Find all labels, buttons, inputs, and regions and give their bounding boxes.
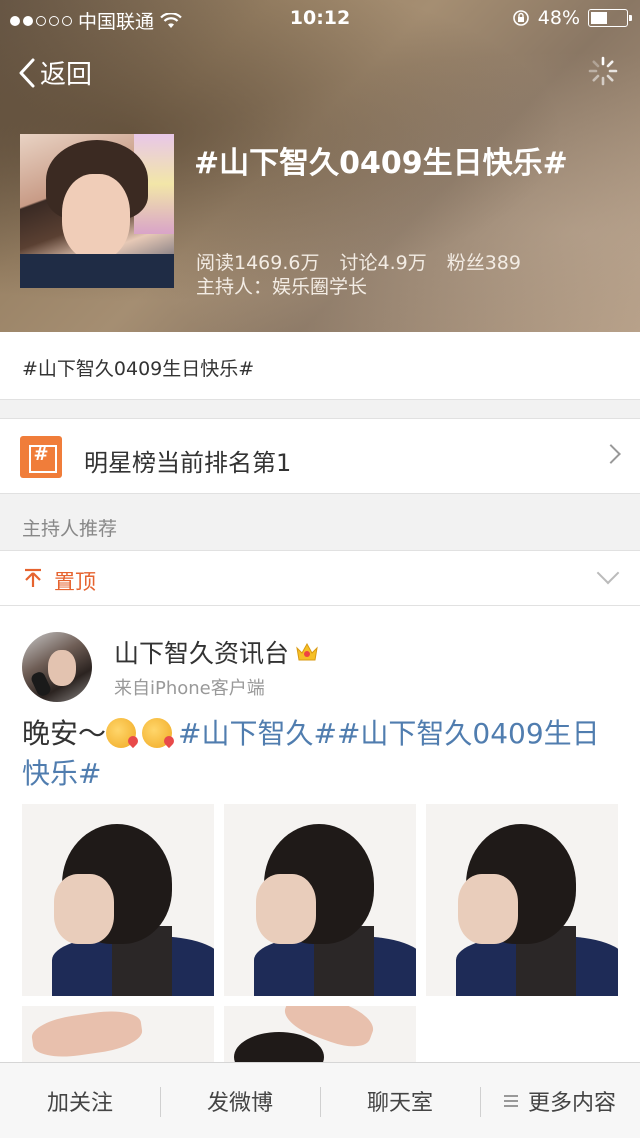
loading-spinner-icon [588, 56, 618, 86]
battery-icon [588, 9, 632, 27]
follow-label: 加关注 [46, 1091, 113, 1116]
chevron-down-icon[interactable] [596, 561, 620, 585]
battery-percent: 48% [537, 7, 580, 29]
kiss-emoji-icon [106, 718, 137, 748]
post-source: 来自iPhone客户端 [114, 678, 265, 699]
follow-button[interactable]: 加关注 [0, 1063, 160, 1138]
crown-badge-icon [296, 642, 318, 661]
navigation-bar: 返回 [0, 50, 640, 96]
bottom-toolbar: 加关注 发微博 聊天室 更多内容 [0, 1062, 640, 1138]
topic-intro-text: #山下智久0409生日快乐# [22, 358, 255, 380]
post-photo[interactable] [426, 804, 618, 996]
chevron-left-icon [19, 58, 35, 87]
pinned-label: 置顶 [54, 570, 96, 594]
topic-intro: #山下智久0409生日快乐# [0, 332, 640, 400]
discussion-count: 讨论4.9万 [339, 252, 427, 274]
weibo-post: 山下智久资讯台 来自iPhone客户端 晚安～ #山下智久##山下智久0409生日… [0, 606, 640, 1064]
star-rank-row[interactable]: 明星榜当前排名第1 [0, 418, 640, 494]
topic-page: 中国联通 10:12 48% 返回 #山下智久0409生日快乐# 阅读1469.… [0, 0, 640, 1138]
chevron-right-icon [601, 444, 621, 464]
post-photo[interactable] [224, 1006, 416, 1064]
topic-cover-image [20, 134, 174, 288]
post-author-name: 山下智久资讯台 [114, 639, 290, 668]
menu-icon [503, 1095, 518, 1107]
post-weibo-label: 发微博 [206, 1091, 273, 1116]
post-photo[interactable] [22, 1006, 214, 1064]
status-bar: 中国联通 10:12 48% [0, 0, 640, 38]
post-author[interactable]: 山下智久资讯台 [114, 634, 319, 670]
back-button[interactable]: 返回 [18, 54, 92, 91]
post-photo[interactable] [22, 804, 214, 996]
topic-link[interactable]: #山下智久# [178, 717, 337, 750]
chat-room-button[interactable]: 聊天室 [320, 1063, 480, 1138]
back-label: 返回 [40, 60, 93, 90]
avatar[interactable] [22, 632, 92, 702]
kiss-emoji-icon [142, 718, 173, 748]
rank-label: 明星榜当前排名第1 [84, 449, 292, 477]
topic-stats: 阅读1469.6万 讨论4.9万 粉丝389 [196, 248, 521, 275]
status-right: 48% [512, 7, 632, 29]
more-content-button[interactable]: 更多内容 [480, 1063, 640, 1138]
pin-top-icon [25, 568, 41, 587]
more-content-label: 更多内容 [527, 1091, 616, 1116]
read-count: 阅读1469.6万 [196, 252, 320, 274]
pinned-header[interactable]: 置顶 [0, 550, 640, 606]
topic-title: #山下智久0409生日快乐# [194, 146, 568, 181]
orientation-lock-icon [512, 10, 529, 26]
post-weibo-button[interactable]: 发微博 [160, 1063, 320, 1138]
topic-host[interactable]: 主持人：娱乐圈学长 [196, 272, 367, 299]
chat-room-label: 聊天室 [366, 1091, 433, 1116]
fan-count: 粉丝389 [446, 252, 521, 274]
post-photo[interactable] [224, 804, 416, 996]
post-text-plain: 晚安～ [22, 717, 107, 750]
post-text: 晚安～ #山下智久##山下智久0409生日快乐# [22, 714, 622, 794]
rank-icon [20, 436, 62, 478]
host-recommend-label: 主持人推荐 [22, 518, 118, 540]
